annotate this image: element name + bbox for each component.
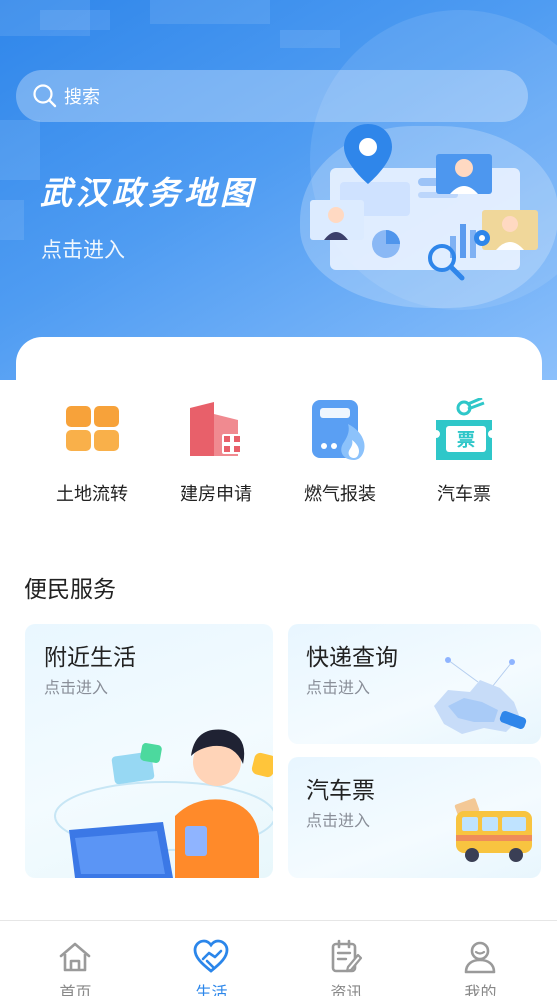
home-icon [59, 942, 91, 972]
tab-life[interactable]: 生活 [142, 921, 281, 996]
tab-label: 生活 [195, 983, 228, 996]
quick-label: 土地流转 [56, 484, 128, 505]
search-icon [33, 84, 57, 108]
quick-label: 燃气报装 [304, 484, 376, 505]
news-icon [331, 939, 363, 973]
banner-title: 武汉政务地图 [40, 174, 257, 212]
person-laptop-illustration [54, 729, 273, 878]
quick-item-bus-ticket[interactable]: 票 汽车票 [402, 398, 526, 516]
quick-item-gas-installation[interactable]: 燃气报装 [278, 398, 402, 516]
quick-label: 汽车票 [437, 484, 491, 505]
building-application-icon [190, 402, 242, 456]
card-subtitle: 点击进入 [44, 678, 109, 697]
tab-profile[interactable]: 我的 [411, 921, 550, 996]
card-title: 汽车票 [306, 778, 375, 804]
card-title: 附近生活 [44, 645, 136, 671]
tab-home[interactable]: 首页 [6, 921, 145, 996]
card-bus-ticket[interactable]: 汽车票 点击进入 [288, 757, 541, 878]
gas-installation-icon [312, 400, 365, 460]
tab-label: 我的 [464, 983, 497, 996]
tab-label: 资讯 [330, 983, 363, 996]
government-map-illustration [310, 124, 538, 281]
bottom-tab-bar: 首页 生活 资讯 我的 [0, 920, 557, 996]
tab-news[interactable]: 资讯 [277, 921, 416, 996]
card-express-query[interactable]: 快递查询 点击进入 [288, 624, 541, 744]
content-sheet-top [16, 337, 542, 397]
express-map-illustration [434, 657, 527, 734]
search-placeholder: 搜索 [64, 87, 100, 108]
quick-services: 土地流转 建房申请 燃气报装 票 汽车票 [0, 398, 557, 518]
quick-item-land-transfer[interactable]: 土地流转 [30, 398, 154, 516]
card-nearby-life[interactable]: 附近生活 点击进入 [25, 624, 273, 878]
bus-illustration [454, 798, 532, 862]
section-title-convenience: 便民服务 [24, 577, 116, 603]
card-subtitle: 点击进入 [306, 678, 371, 697]
tab-label: 首页 [59, 983, 92, 996]
quick-label: 建房申请 [180, 484, 252, 505]
card-title: 快递查询 [306, 645, 398, 671]
profile-icon [464, 941, 496, 974]
bus-ticket-icon: 票 [436, 398, 492, 460]
banner[interactable]: 搜索 武汉政务地图 点击进入 [0, 0, 557, 382]
search-bar[interactable]: 搜索 [16, 70, 528, 122]
life-heart-icon [193, 939, 229, 973]
quick-item-building-application[interactable]: 建房申请 [154, 398, 278, 516]
banner-subtitle[interactable]: 点击进入 [41, 234, 125, 264]
card-subtitle: 点击进入 [306, 811, 371, 830]
land-transfer-icon [66, 406, 119, 451]
ticket-glyph: 票 [457, 430, 475, 451]
